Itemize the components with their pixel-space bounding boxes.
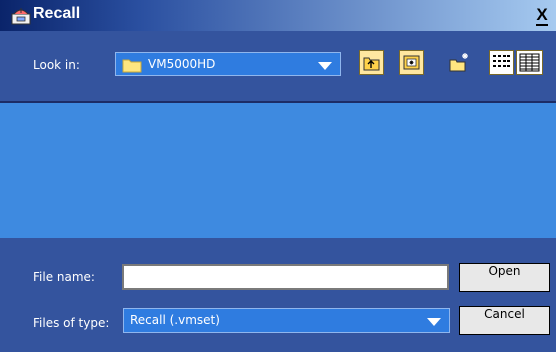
cancel-button-label: Cancel — [484, 307, 525, 321]
close-button[interactable]: X — [532, 4, 552, 26]
desktop-button[interactable] — [399, 50, 424, 75]
up-one-level-icon — [363, 57, 380, 71]
look-in-value: VM5000HD — [148, 57, 216, 71]
cancel-button[interactable]: Cancel — [459, 306, 550, 335]
files-of-type-select[interactable]: Recall (.vmset) — [123, 308, 450, 333]
new-folder-button[interactable] — [447, 50, 472, 75]
new-folder-icon — [449, 53, 468, 72]
file-name-label: File name: — [33, 270, 95, 284]
look-in-label: Look in: — [33, 58, 80, 72]
chevron-down-icon — [427, 318, 441, 326]
recall-app-icon — [11, 8, 31, 25]
details-view-icon — [519, 53, 540, 72]
desktop-icon — [403, 55, 420, 70]
up-one-level-button[interactable] — [359, 50, 384, 75]
files-of-type-value: Recall (.vmset) — [130, 313, 220, 327]
details-view-button[interactable] — [516, 50, 543, 75]
list-view-icon — [493, 55, 510, 67]
close-icon: X — [536, 5, 548, 26]
file-name-input[interactable] — [122, 264, 449, 290]
window-title: Recall — [33, 5, 81, 22]
look-in-select[interactable]: VM5000HD — [115, 52, 341, 76]
list-view-button[interactable] — [489, 50, 514, 75]
title-bar: Recall X — [0, 0, 556, 31]
folder-icon — [122, 59, 142, 73]
file-list[interactable] — [0, 101, 556, 240]
open-button-label: Open — [488, 264, 521, 278]
files-of-type-label: Files of type: — [33, 316, 110, 330]
chevron-down-icon — [318, 62, 332, 70]
open-button[interactable]: Open — [459, 263, 550, 292]
